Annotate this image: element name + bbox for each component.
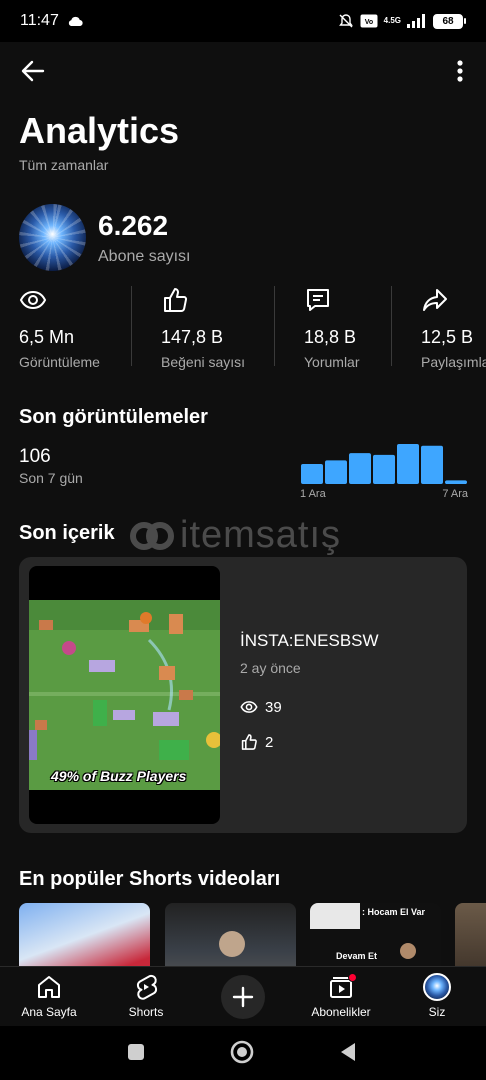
home-button-icon[interactable]: [229, 1039, 255, 1065]
back-arrow-icon[interactable]: [18, 56, 48, 86]
mute-icon: [338, 14, 353, 28]
subscriber-count: 6.262: [98, 209, 169, 241]
battery-level: 68: [433, 13, 463, 29]
recent-apps-icon[interactable]: [126, 1042, 146, 1062]
watermark-text: itemsatış: [180, 514, 342, 556]
bottom-nav: Ana Sayfa Shorts Abonelikler Siz: [0, 966, 486, 1026]
svg-text:Vo: Vo: [364, 19, 372, 26]
watermark: itemsatış: [130, 514, 341, 557]
eye-icon: [19, 290, 47, 310]
share-icon: [423, 289, 447, 311]
thumbs-up-icon: [164, 288, 188, 312]
comment-icon: [307, 289, 329, 311]
shorts-icon: [136, 974, 158, 1000]
divider: [391, 286, 392, 366]
notification-dot: [348, 973, 357, 982]
status-time: 11:47: [20, 12, 59, 29]
nav-shorts[interactable]: Shorts: [101, 973, 191, 1019]
shorts-row: : Hocam El Var Devam Et: [19, 903, 486, 967]
divider: [131, 286, 132, 366]
chart-bar: [421, 445, 443, 484]
chart-bar: [325, 460, 347, 484]
game-scene: 49% of Buzz Players: [29, 600, 220, 790]
views-count: 39: [265, 698, 282, 716]
recent-views-label: Son 7 gün: [19, 470, 83, 486]
chart-bar: [349, 453, 371, 484]
recent-views-chart[interactable]: 1 Ara 7 Ara: [300, 440, 468, 502]
short-overlay-text: : Hocam El Var: [362, 907, 426, 917]
stat-value: 6,5 Mn: [19, 327, 75, 347]
thumbs-up-icon: [241, 734, 257, 750]
video-title[interactable]: İNSTA:ENESBSW: [240, 631, 379, 651]
chart-tick-label: 1 Ara: [300, 488, 327, 500]
thumbnail-caption: 49% of Buzz Players: [51, 768, 187, 784]
short-thumbnail[interactable]: [19, 903, 150, 967]
plus-icon: [232, 986, 254, 1008]
stat-views: 6,5 Mn Görüntüleme: [19, 286, 100, 370]
short-thumbnail[interactable]: : Hocam El Var Devam Et: [310, 903, 441, 967]
stat-value: 12,5 B: [421, 327, 474, 347]
channel-info: 6.262 Abone sayısı: [98, 210, 191, 266]
short-overlay-text: Devam Et: [336, 951, 378, 961]
short-thumbnail[interactable]: [455, 903, 486, 967]
nav-label: Abonelikler: [311, 1005, 371, 1019]
avatar: [423, 973, 451, 1001]
create-button[interactable]: [221, 975, 265, 1019]
nav-label: Ana Sayfa: [21, 1005, 77, 1019]
eye-icon: [240, 701, 258, 713]
nav-label: Shorts: [128, 1005, 164, 1019]
recent-content-title: Son içerik: [19, 522, 115, 544]
nav-label: Siz: [428, 1005, 446, 1019]
volte-icon: Vo: [360, 14, 378, 28]
likes-count: 2: [265, 733, 274, 751]
stat-value: 18,8 B: [304, 327, 357, 347]
stat-label: Beğeni sayısı: [161, 354, 246, 370]
chart-bar: [373, 454, 395, 484]
stat-label: Yorumlar: [304, 354, 360, 370]
back-button-icon[interactable]: [338, 1041, 358, 1063]
recent-views-title: Son görüntülemeler: [19, 406, 208, 428]
popular-shorts-title: En popüler Shorts videoları: [19, 868, 281, 890]
chart-tick-label: 7 Ara: [442, 488, 468, 500]
channel-avatar: [19, 204, 86, 271]
divider: [274, 286, 275, 366]
stat-shares: 12,5 B Paylaşımlar: [421, 286, 486, 370]
more-options-icon[interactable]: [448, 56, 472, 86]
stats-row: 6,5 Mn Görüntüleme 147,8 B Beğeni sayısı…: [0, 286, 486, 370]
stat-value: 147,8 B: [161, 327, 224, 347]
video-views: 39: [240, 698, 282, 716]
page-title: Analytics: [19, 110, 180, 151]
stat-comments: 18,8 B Yorumlar: [304, 286, 360, 370]
signal-icon: [407, 14, 425, 28]
video-likes: 2: [240, 733, 273, 751]
system-navigation-bar: [0, 1026, 486, 1080]
subscriber-label: Abone sayısı: [98, 247, 191, 265]
battery-icon: 68: [433, 13, 466, 29]
top-bar: [0, 42, 486, 98]
page-subtitle: Tüm zamanlar: [19, 157, 109, 173]
status-bar: 11:47 Vo 4.5G 68: [0, 0, 486, 42]
recent-views-value: 106: [19, 446, 51, 467]
chart-bar: [301, 464, 323, 484]
watermark-logo-icon: [130, 521, 174, 550]
recent-content-card[interactable]: 49% of Buzz Players İNSTA:ENESBSW 2 ay ö…: [19, 557, 467, 833]
stat-label: Paylaşımlar: [421, 354, 486, 370]
short-thumbnail[interactable]: [165, 903, 296, 967]
chart-bar: [445, 480, 467, 484]
stat-label: Görüntüleme: [19, 354, 100, 370]
channel-summary: 6.262 Abone sayısı: [19, 204, 191, 271]
video-thumbnail[interactable]: 49% of Buzz Players: [29, 566, 220, 824]
cloud-icon: [68, 16, 83, 27]
nav-subscriptions[interactable]: Abonelikler: [296, 973, 386, 1019]
chart-bar: [397, 444, 419, 484]
video-time: 2 ay önce: [240, 660, 301, 676]
nav-home[interactable]: Ana Sayfa: [4, 973, 94, 1019]
network-type: 4.5G: [383, 16, 401, 25]
home-icon: [38, 976, 60, 998]
status-icons: Vo 4.5G 68: [338, 13, 466, 29]
game-scene-art: [29, 600, 220, 790]
stat-likes: 147,8 B Beğeni sayısı: [161, 286, 245, 370]
nav-you[interactable]: Siz: [392, 973, 482, 1019]
